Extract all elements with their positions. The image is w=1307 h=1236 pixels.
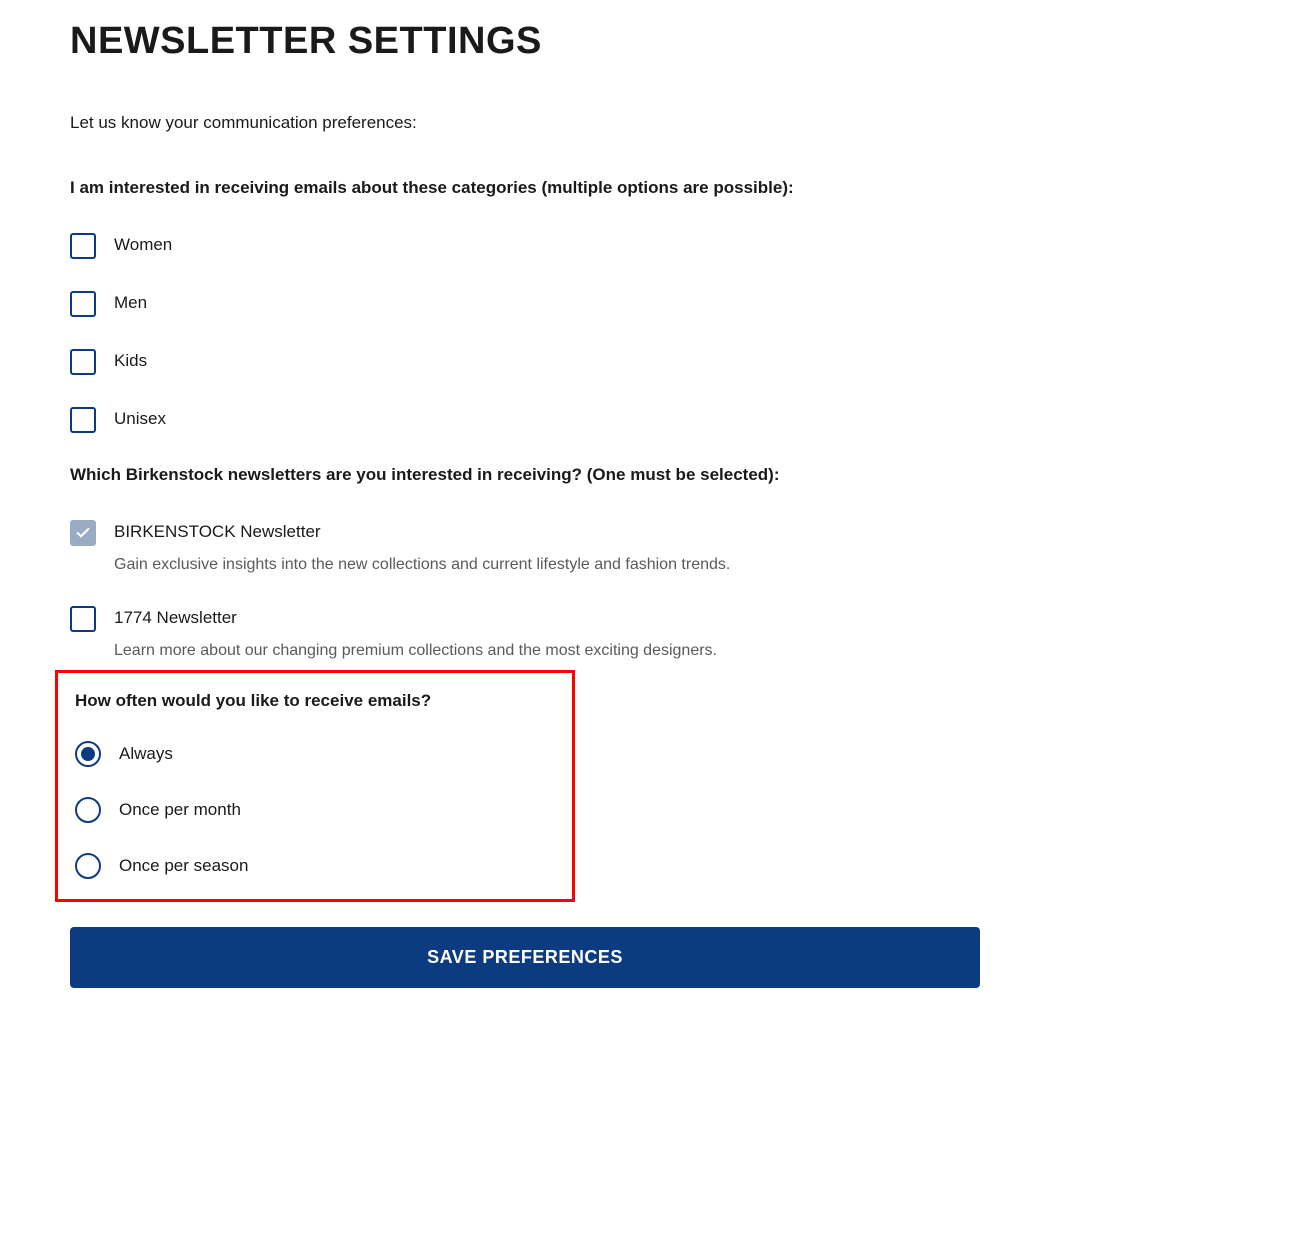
- intro-text: Let us know your communication preferenc…: [70, 113, 1237, 133]
- newsletter-description: Learn more about our changing premium co…: [114, 642, 717, 660]
- category-option-men[interactable]: Men: [70, 291, 1237, 317]
- categories-heading: I am interested in receiving emails abou…: [70, 178, 1237, 198]
- checkbox-label: Women: [114, 233, 172, 255]
- checkbox-1774-newsletter[interactable]: [70, 606, 96, 632]
- frequency-option-once-per-month[interactable]: Once per month: [75, 797, 567, 823]
- checkbox-label: Men: [114, 291, 147, 313]
- frequency-option-once-per-season[interactable]: Once per season: [75, 853, 567, 879]
- category-option-unisex[interactable]: Unisex: [70, 407, 1237, 433]
- newsletter-option-birkenstock[interactable]: BIRKENSTOCK Newsletter Gain exclusive in…: [70, 520, 1237, 574]
- radio-always[interactable]: [75, 741, 101, 767]
- checkbox-label: 1774 Newsletter: [114, 606, 717, 628]
- check-icon: [75, 525, 91, 541]
- save-preferences-button[interactable]: SAVE PREFERENCES: [70, 927, 980, 988]
- frequency-option-always[interactable]: Always: [75, 741, 567, 767]
- frequency-heading: How often would you like to receive emai…: [75, 691, 567, 711]
- newsletter-description: Gain exclusive insights into the new col…: [114, 556, 730, 574]
- category-option-women[interactable]: Women: [70, 233, 1237, 259]
- checkbox-label: BIRKENSTOCK Newsletter: [114, 520, 730, 542]
- checkbox-label: Unisex: [114, 407, 166, 429]
- radio-label: Always: [119, 744, 173, 764]
- newsletters-heading: Which Birkenstock newsletters are you in…: [70, 465, 1237, 485]
- checkbox-men[interactable]: [70, 291, 96, 317]
- radio-label: Once per month: [119, 800, 241, 820]
- radio-once-per-month[interactable]: [75, 797, 101, 823]
- newsletter-option-1774[interactable]: 1774 Newsletter Learn more about our cha…: [70, 606, 1237, 660]
- checkbox-unisex[interactable]: [70, 407, 96, 433]
- checkbox-kids[interactable]: [70, 349, 96, 375]
- radio-once-per-season[interactable]: [75, 853, 101, 879]
- frequency-section-highlight: How often would you like to receive emai…: [55, 670, 575, 902]
- page-title: NEWSLETTER SETTINGS: [70, 20, 1237, 63]
- radio-label: Once per season: [119, 856, 248, 876]
- checkbox-birkenstock-newsletter[interactable]: [70, 520, 96, 546]
- checkbox-women[interactable]: [70, 233, 96, 259]
- category-option-kids[interactable]: Kids: [70, 349, 1237, 375]
- checkbox-label: Kids: [114, 349, 147, 371]
